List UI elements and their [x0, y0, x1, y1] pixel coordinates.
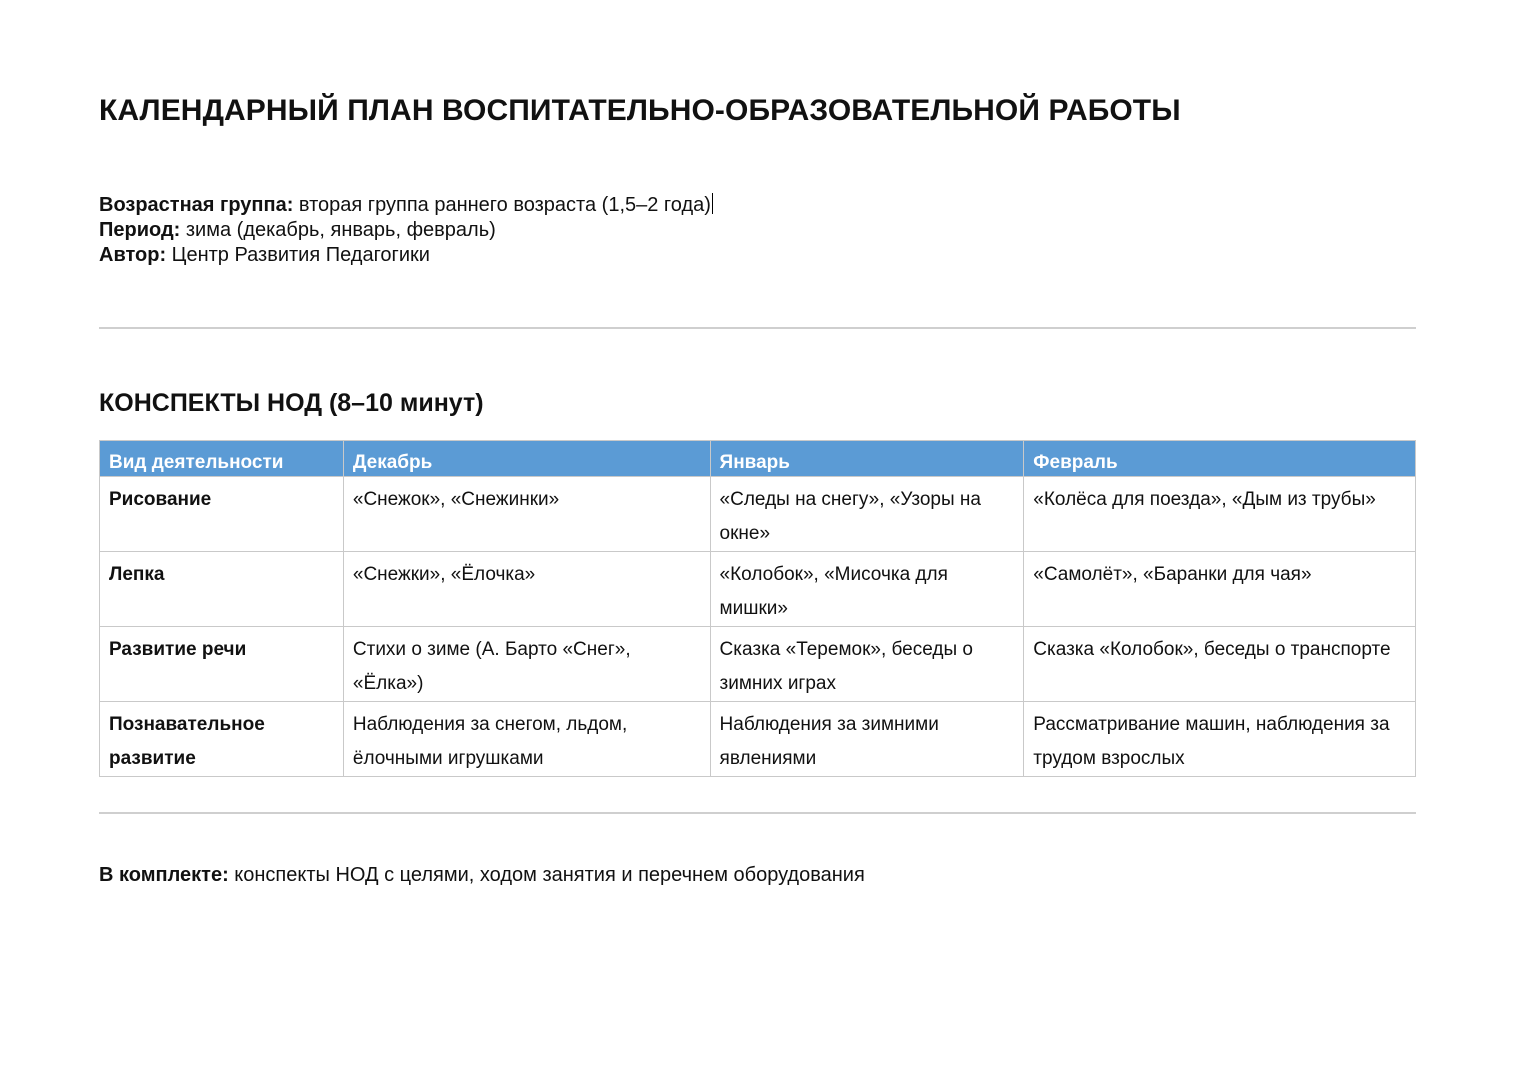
table-cell-december: Стихи о зиме (А. Барто «Снег», «Ёлка»): [342, 626, 711, 702]
table-cell-activity: Рисование: [99, 476, 344, 552]
meta-period-label: Период:: [99, 219, 181, 241]
meta-author: Автор: Центр Развития Педагогики: [99, 243, 713, 268]
footer-value: конспекты НОД с целями, ходом занятия и …: [228, 864, 865, 886]
table-cell-activity: Развитие речи: [99, 626, 344, 702]
table-row: Рисование «Снежок», «Снежинки» «Следы на…: [99, 476, 1416, 552]
meta-age-group-value: вторая группа раннего возраста (1,5–2 го…: [293, 194, 711, 216]
table-cell-activity: Познавательное развитие: [99, 701, 344, 777]
footer-note: В комплекте: конспекты НОД с целями, ход…: [99, 864, 865, 887]
table-cell-december: «Снежок», «Снежинки»: [342, 476, 711, 552]
meta-period: Период: зима (декабрь, январь, февраль): [99, 218, 713, 243]
table-row: Лепка «Снежки», «Ёлочка» «Колобок», «Мис…: [99, 551, 1416, 627]
document-meta: Возрастная группа: вторая группа раннего…: [99, 193, 713, 268]
table-cell-december: Наблюдения за снегом, льдом, ёлочными иг…: [342, 701, 711, 777]
table-header-february: Февраль: [1023, 440, 1416, 477]
table-cell-december: «Снежки», «Ёлочка»: [342, 551, 711, 627]
horizontal-rule: [99, 327, 1416, 329]
footer-label: В комплекте:: [99, 864, 229, 886]
table-header-january: Январь: [709, 440, 1025, 477]
table-cell-january: «Следы на снегу», «Узоры на окне»: [709, 476, 1025, 552]
table-cell-activity: Лепка: [99, 551, 344, 627]
meta-author-value: Центр Развития Педагогики: [166, 244, 430, 266]
plan-table: Вид деятельности Декабрь Январь Февраль …: [99, 440, 1416, 777]
text-cursor: [711, 193, 713, 214]
table-cell-january: Наблюдения за зимними явлениями: [709, 701, 1025, 777]
document-title: КАЛЕНДАРНЫЙ ПЛАН ВОСПИТАТЕЛЬНО-ОБРАЗОВАТ…: [99, 94, 1181, 127]
table-cell-january: Сказка «Теремок», беседы о зимних играх: [709, 626, 1025, 702]
meta-age-group-label: Возрастная группа:: [99, 194, 294, 216]
meta-period-value: зима (декабрь, январь, февраль): [180, 219, 496, 241]
table-cell-february: «Колёса для поезда», «Дым из трубы»: [1023, 476, 1416, 552]
table-header-row: Вид деятельности Декабрь Январь Февраль: [99, 440, 1416, 477]
section-title: КОНСПЕКТЫ НОД (8–10 минут): [99, 389, 484, 417]
table-header-december: Декабрь: [342, 440, 711, 477]
table-cell-february: Рассматривание машин, наблюдения за труд…: [1023, 701, 1416, 777]
horizontal-rule: [99, 812, 1416, 814]
table-header-activity: Вид деятельности: [99, 440, 344, 477]
table-cell-february: «Самолёт», «Баранки для чая»: [1023, 551, 1416, 627]
table-row: Познавательное развитие Наблюдения за сн…: [99, 701, 1416, 777]
table-cell-february: Сказка «Колобок», беседы о транспорте: [1023, 626, 1416, 702]
meta-age-group: Возрастная группа: вторая группа раннего…: [99, 193, 713, 218]
table-row: Развитие речи Стихи о зиме (А. Барто «Сн…: [99, 626, 1416, 702]
meta-author-label: Автор:: [99, 244, 167, 266]
table-cell-january: «Колобок», «Мисочка для мишки»: [709, 551, 1025, 627]
